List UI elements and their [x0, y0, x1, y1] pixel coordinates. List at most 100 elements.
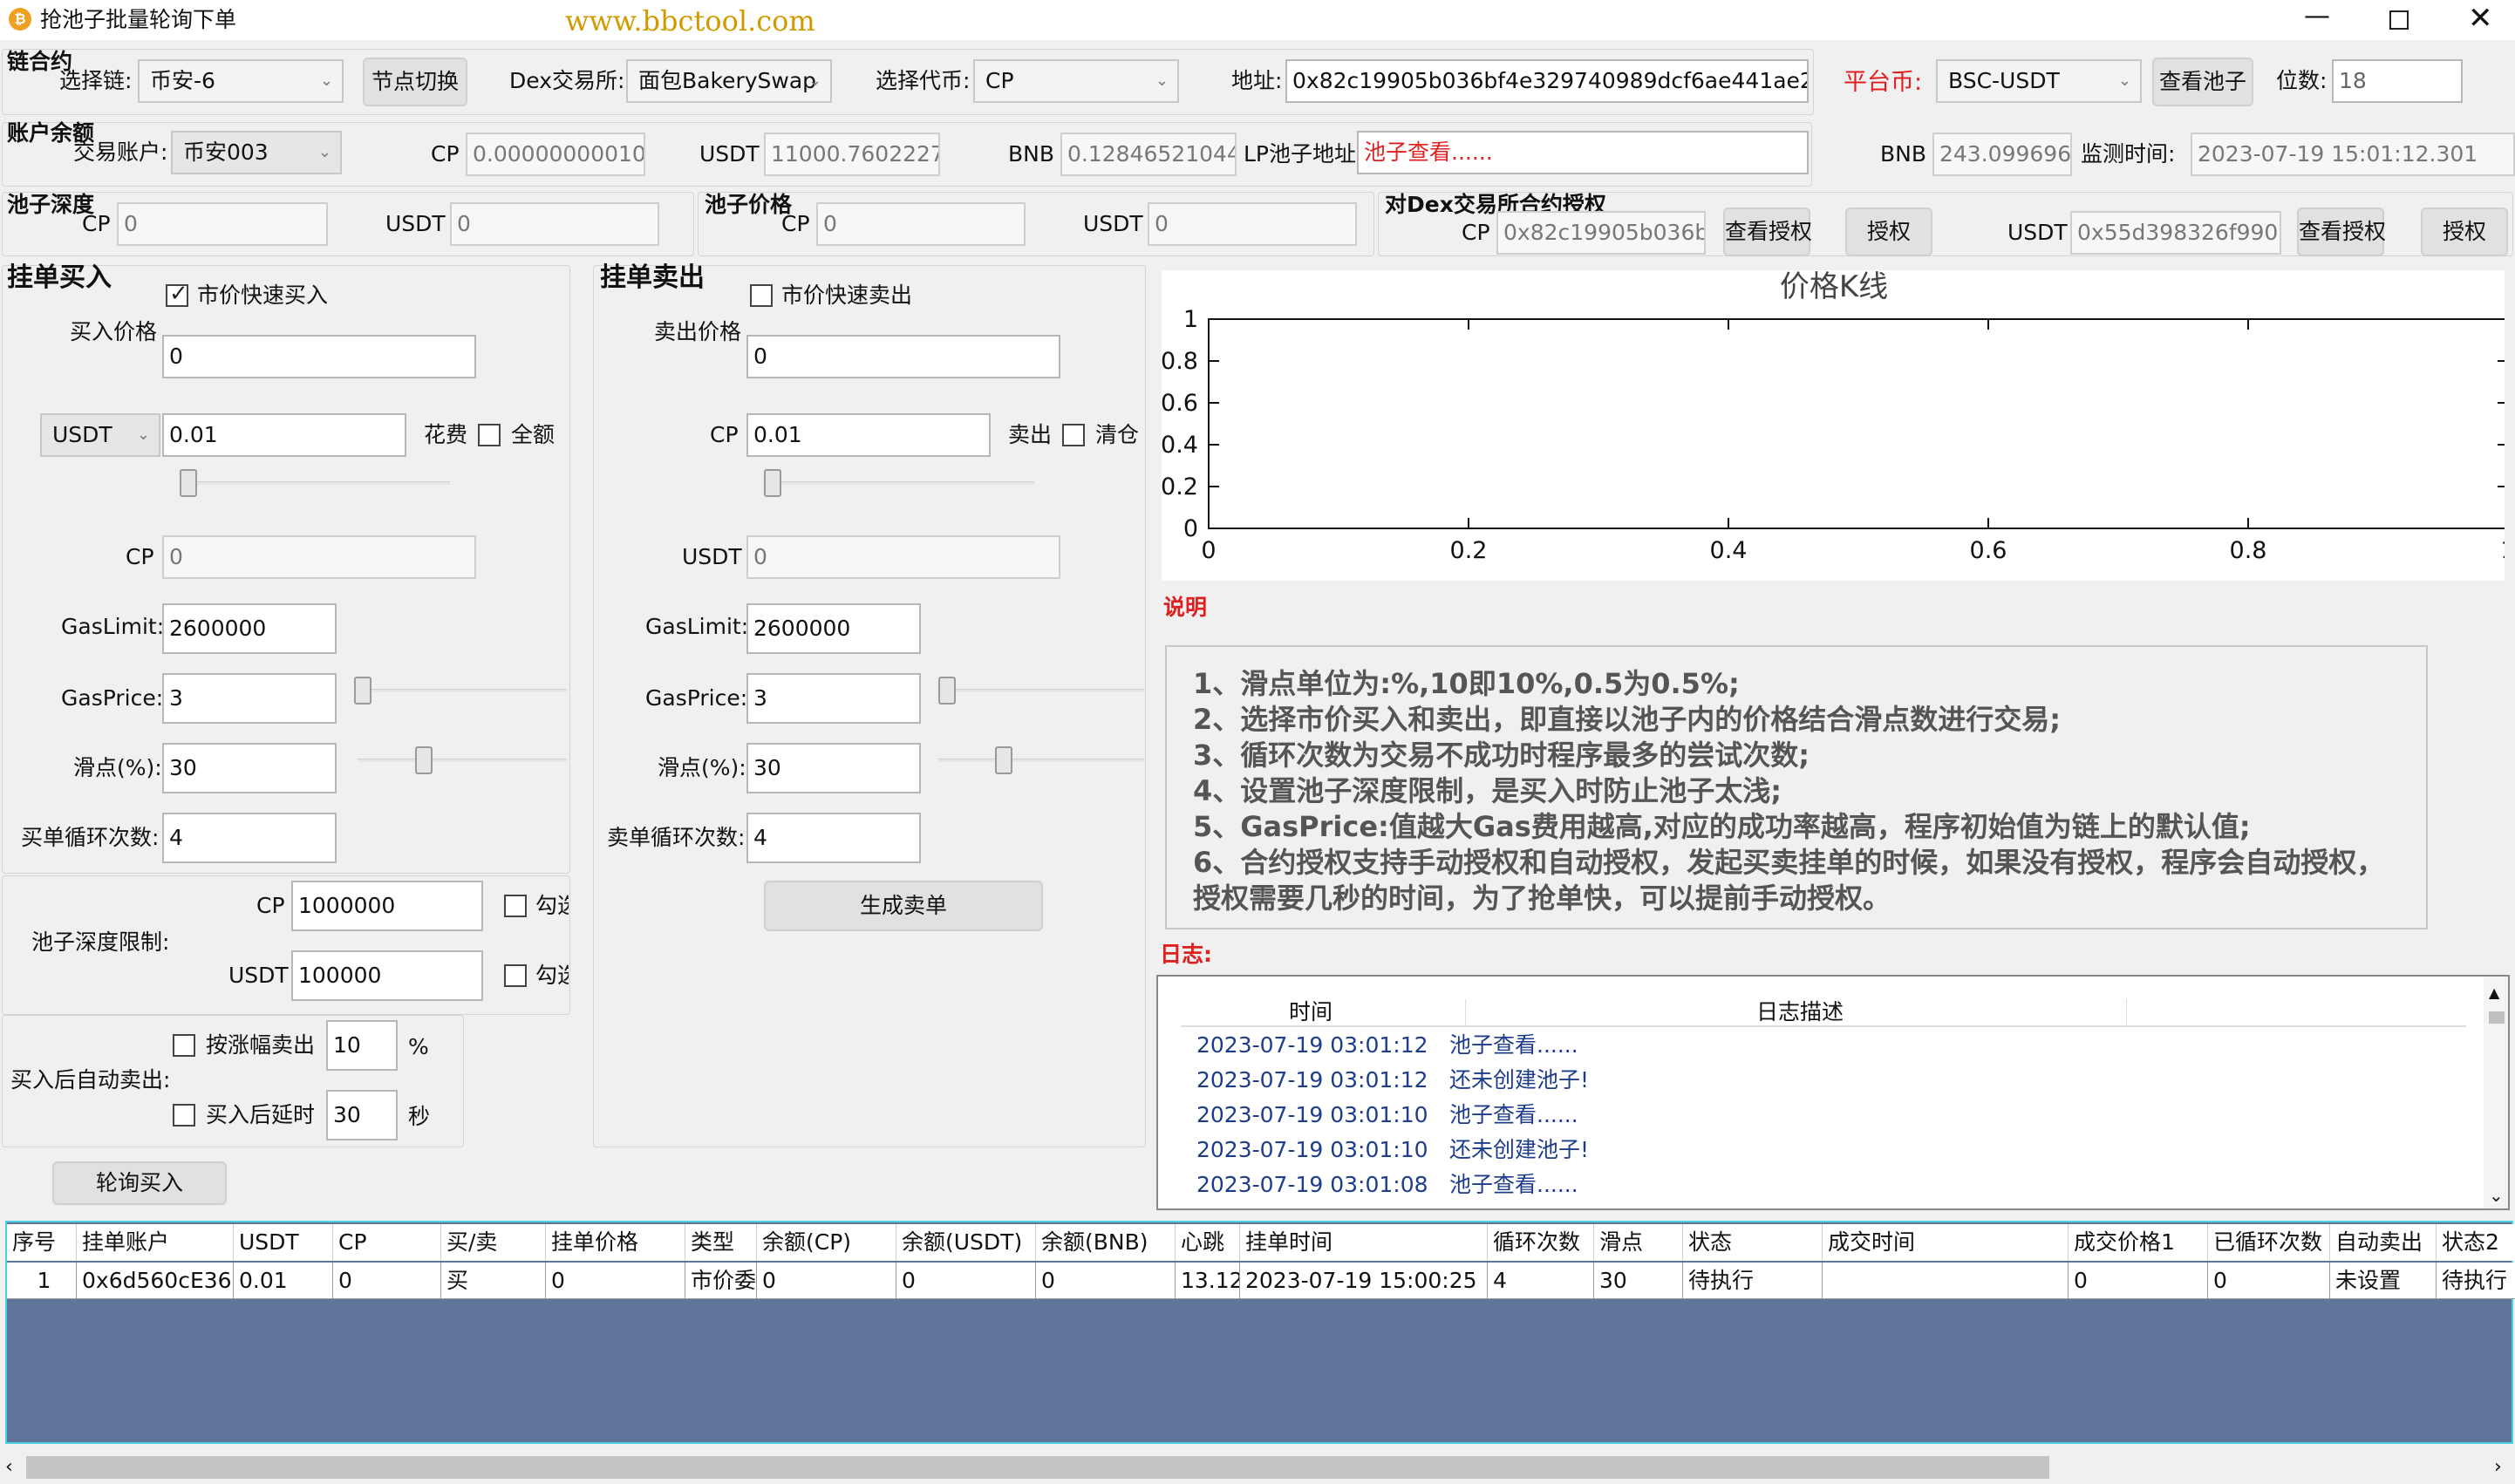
scroll-down-icon[interactable]: ⌄	[2489, 1182, 2504, 1208]
sell-gasprice-slider-track[interactable]	[938, 689, 1144, 692]
scroll-up-icon[interactable]: ▲	[2489, 980, 2499, 1006]
depth-cp-field[interactable]: 1000000	[291, 881, 483, 931]
chain-select[interactable]: 币安-6 ⌄	[138, 59, 344, 103]
orders-column-header[interactable]: CP	[333, 1224, 441, 1261]
sell-market-checkbox[interactable]	[750, 284, 773, 307]
digits-field[interactable]: 18	[2332, 59, 2463, 103]
platform-select[interactable]: BSC-USDT ⌄	[1936, 59, 2142, 103]
maximize-icon[interactable]	[2389, 10, 2409, 30]
orders-cell[interactable]: 0	[333, 1263, 441, 1299]
orders-column-header[interactable]: 类型	[685, 1224, 757, 1261]
scroll-right-icon[interactable]: ›	[2494, 1454, 2502, 1481]
buy-gaslimit-field[interactable]: 2600000	[162, 603, 337, 654]
orders-cell[interactable]: 13.12	[1176, 1263, 1240, 1299]
orders-column-header[interactable]: 成交时间	[1823, 1224, 2069, 1261]
buy-slippage-field[interactable]: 30	[162, 743, 337, 793]
orders-cell[interactable]: 买	[441, 1263, 546, 1299]
orders-cell[interactable]: 0	[757, 1263, 896, 1299]
orders-cell[interactable]: 待执行	[1683, 1263, 1823, 1299]
auth-usdt-button[interactable]: 授权	[2421, 208, 2508, 256]
orders-column-header[interactable]: 自动卖出	[2330, 1224, 2437, 1261]
rise-sell-field[interactable]: 10	[326, 1020, 398, 1071]
depth-usdt-checkbox[interactable]	[504, 964, 527, 987]
sell-clear-checkbox[interactable]	[1062, 424, 1085, 446]
buy-slippage-slider-thumb[interactable]	[415, 746, 433, 774]
orders-column-header[interactable]: 已循环次数	[2208, 1224, 2330, 1261]
depth-usdt-field[interactable]: 100000	[291, 950, 483, 1001]
generate-sell-button[interactable]: 生成卖单	[764, 881, 1043, 931]
orders-column-header[interactable]: 挂单时间	[1240, 1224, 1488, 1261]
sell-amount-field[interactable]: 0.01	[746, 413, 991, 457]
orders-column-header[interactable]: 心跳	[1176, 1224, 1240, 1261]
buy-currency-select[interactable]: USDT ⌄	[40, 413, 160, 457]
sell-slippage-slider-thumb[interactable]	[994, 746, 1012, 774]
sell-gaslimit-field[interactable]: 2600000	[746, 603, 921, 654]
orders-cell[interactable]: 4	[1488, 1263, 1594, 1299]
sell-loop-field[interactable]: 4	[746, 813, 921, 863]
buy-all-checkbox[interactable]	[478, 424, 501, 446]
orders-column-header[interactable]: 序号	[7, 1224, 77, 1261]
orders-cell[interactable]: 0.01	[234, 1263, 333, 1299]
horizontal-scroll-thumb[interactable]	[26, 1456, 2049, 1479]
log-scrollbar[interactable]: ▲ ⌄	[2484, 977, 2508, 1208]
orders-cell[interactable]: 未设置	[2330, 1263, 2437, 1299]
scroll-left-icon[interactable]: ‹	[5, 1454, 13, 1481]
orders-column-header[interactable]: USDT	[234, 1224, 333, 1261]
orders-cell[interactable]: 0	[2208, 1263, 2330, 1299]
view-auth-cp-button[interactable]: 查看授权	[1723, 208, 1812, 256]
sell-amount-slider-thumb[interactable]	[764, 469, 781, 497]
orders-column-header[interactable]: 状态	[1683, 1224, 1823, 1261]
orders-cell[interactable]: 0	[546, 1263, 685, 1299]
orders-cell[interactable]: 1	[7, 1263, 77, 1299]
buy-amount-slider-track[interactable]	[180, 481, 450, 485]
orders-cell[interactable]: 0	[1036, 1263, 1176, 1299]
orders-cell[interactable]: 0	[896, 1263, 1036, 1299]
buy-market-checkbox[interactable]	[166, 281, 188, 307]
orders-cell[interactable]: 0x6d560cE36b	[77, 1263, 234, 1299]
buy-gasprice-field[interactable]: 3	[162, 673, 337, 724]
sell-amount-slider-track[interactable]	[764, 481, 1034, 485]
buy-gasprice-slider-thumb[interactable]	[354, 677, 371, 705]
orders-column-header[interactable]: 挂单价格	[546, 1224, 685, 1261]
poll-buy-button[interactable]: 轮询买入	[52, 1161, 227, 1205]
orders-column-header[interactable]: 余额(USDT)	[896, 1224, 1036, 1261]
sell-slippage-field[interactable]: 30	[746, 743, 921, 793]
horizontal-scrollbar[interactable]: ‹ ›	[0, 1451, 2515, 1484]
delay-sell-field[interactable]: 30	[326, 1090, 398, 1140]
dex-select[interactable]: 面包BakerySwap ⌄	[626, 59, 832, 103]
lp-address-field[interactable]: 池子查看......	[1357, 131, 1809, 174]
view-auth-usdt-button[interactable]: 查看授权	[2297, 208, 2386, 256]
close-icon[interactable]: ✕	[2468, 2, 2493, 35]
orders-cell[interactable]: 30	[1594, 1263, 1683, 1299]
orders-column-header[interactable]: 挂单账户	[77, 1224, 234, 1261]
sell-slippage-slider-track[interactable]	[938, 759, 1144, 762]
token-select[interactable]: CP ⌄	[973, 59, 1179, 103]
orders-cell[interactable]: 待执行	[2437, 1263, 2515, 1299]
sell-gasprice-slider-thumb[interactable]	[938, 677, 956, 705]
view-pool-button[interactable]: 查看池子	[2152, 58, 2253, 106]
delay-sell-checkbox[interactable]	[173, 1104, 195, 1127]
buy-slippage-slider-track[interactable]	[358, 759, 567, 762]
depth-cp-checkbox[interactable]	[504, 895, 527, 917]
token-address-field[interactable]: 0x82c19905b036bf4e329740989dcf6ae441ae26…	[1285, 59, 1809, 103]
account-select[interactable]: 币安003 ⌄	[171, 131, 342, 174]
orders-cell[interactable]	[1823, 1263, 2069, 1299]
orders-cell[interactable]: 0	[2069, 1263, 2208, 1299]
buy-price-field[interactable]: 0	[162, 335, 476, 378]
sell-price-field[interactable]: 0	[746, 335, 1060, 378]
buy-amount-field[interactable]: 0.01	[162, 413, 406, 457]
rise-sell-checkbox[interactable]	[173, 1034, 195, 1057]
orders-column-header[interactable]: 状态2	[2437, 1224, 2515, 1261]
orders-column-header[interactable]: 余额(CP)	[757, 1224, 896, 1261]
orders-column-header[interactable]: 成交价格1	[2069, 1224, 2208, 1261]
auth-cp-button[interactable]: 授权	[1845, 208, 1932, 256]
buy-gasprice-slider-track[interactable]	[354, 689, 567, 692]
orders-column-header[interactable]: 余额(BNB)	[1036, 1224, 1176, 1261]
orders-column-header[interactable]: 滑点	[1594, 1224, 1683, 1261]
orders-column-header[interactable]: 买/卖	[441, 1224, 546, 1261]
orders-cell[interactable]: 市价委	[685, 1263, 757, 1299]
orders-column-header[interactable]: 循环次数	[1488, 1224, 1594, 1261]
orders-cell[interactable]: 2023-07-19 15:00:25	[1240, 1263, 1488, 1299]
minimize-icon[interactable]: —	[2304, 3, 2330, 30]
log-scroll-thumb[interactable]	[2489, 1011, 2505, 1024]
